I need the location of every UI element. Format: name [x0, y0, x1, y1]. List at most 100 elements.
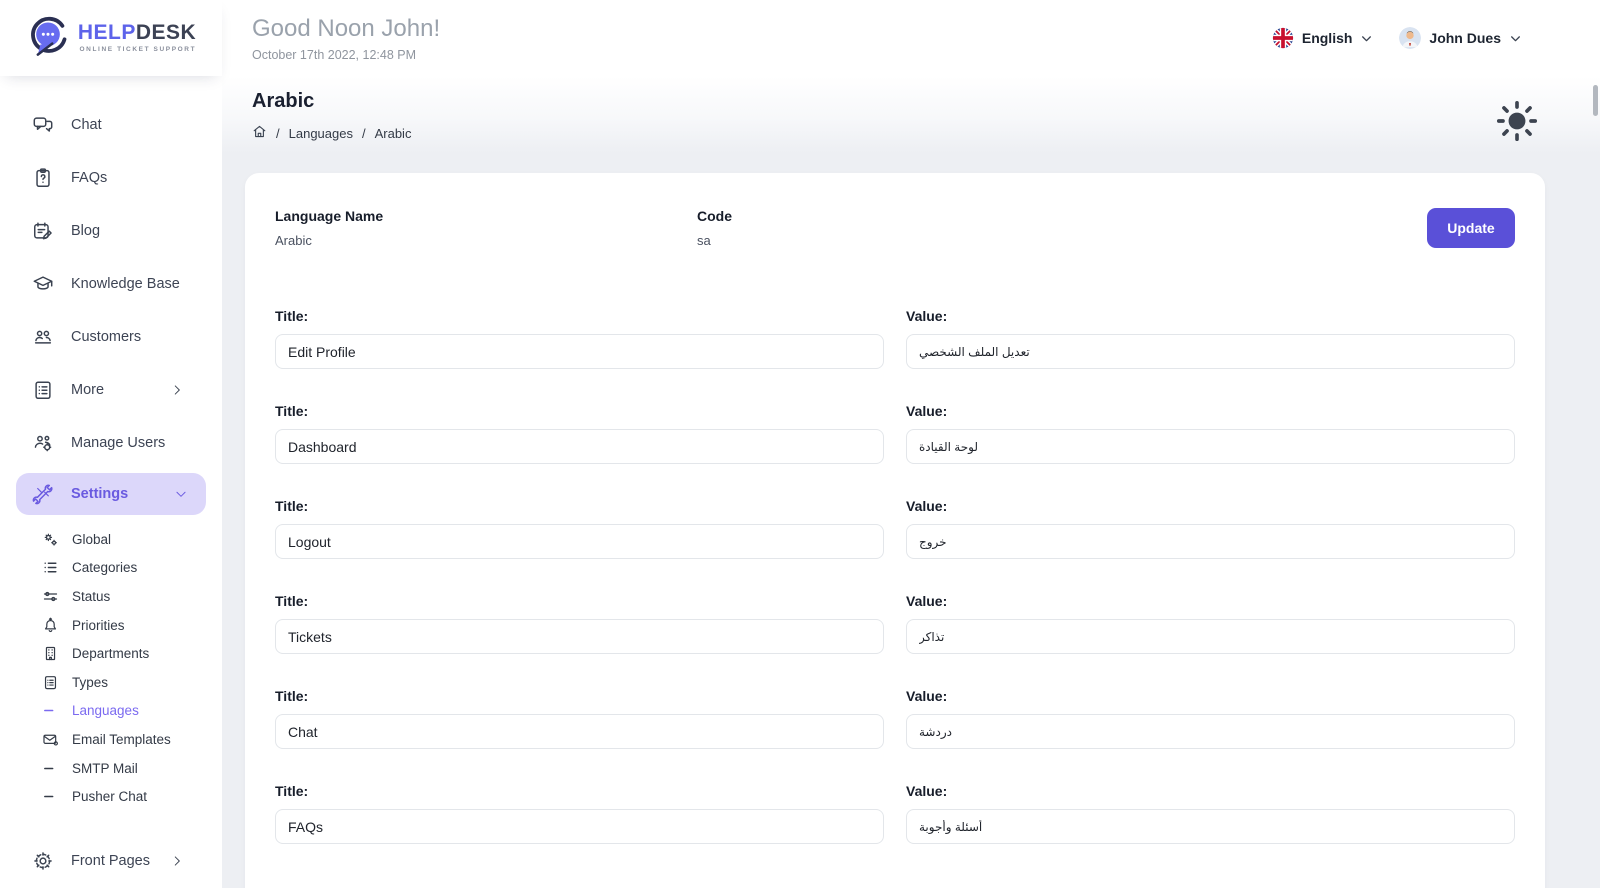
- home-icon[interactable]: [252, 124, 267, 142]
- value-label: Value:: [906, 403, 948, 419]
- app-logo[interactable]: HELPDESK ONLINE TICKET SUPPORT: [0, 0, 222, 76]
- sidebar-subitem-status[interactable]: Status: [0, 582, 222, 611]
- sidebar-subitem-types[interactable]: Types: [0, 668, 222, 697]
- sidebar-item-knowledge-base[interactable]: Knowledge Base: [0, 257, 222, 310]
- title-field: Title:: [275, 593, 884, 654]
- chat-icon: [32, 114, 54, 136]
- sidebar-subitem-global[interactable]: Global: [0, 525, 222, 554]
- chevron-down-icon: [174, 487, 188, 501]
- sidebar-item-customers[interactable]: Customers: [0, 310, 222, 363]
- title-label: Title:: [275, 308, 309, 324]
- title-field: Title:: [275, 308, 884, 369]
- app-window: HELPDESK ONLINE TICKET SUPPORT Chat FAQs: [0, 0, 1600, 888]
- greeting-text: Good Noon John!: [252, 14, 441, 42]
- sidebar-item-label: Manage Users: [71, 434, 166, 451]
- language-name-label: Language Name: [275, 208, 384, 224]
- title-input[interactable]: [275, 334, 884, 369]
- value-label: Value:: [906, 498, 948, 514]
- sidebar-subitem-departments[interactable]: Departments: [0, 639, 222, 668]
- chevron-down-icon: [1511, 35, 1520, 41]
- gears-icon: [42, 531, 59, 548]
- language-selector[interactable]: English: [1272, 27, 1374, 49]
- title-label: Title:: [275, 688, 309, 704]
- sidebar-subitem-label: Departments: [72, 646, 150, 662]
- translation-row: Title: Value:: [275, 403, 1515, 464]
- title-field: Title:: [275, 688, 884, 749]
- uk-flag-icon: [1272, 27, 1294, 49]
- sun-icon[interactable]: [1494, 98, 1540, 149]
- title-input[interactable]: [275, 429, 884, 464]
- language-summary: Language Name Arabic Code sa Update: [275, 208, 1515, 248]
- title-input[interactable]: [275, 714, 884, 749]
- sidebar-subitem-label: Pusher Chat: [72, 789, 148, 805]
- sidebar: HELPDESK ONLINE TICKET SUPPORT Chat FAQs: [0, 0, 222, 888]
- title-field: Title:: [275, 783, 884, 844]
- value-input[interactable]: [906, 714, 1515, 749]
- sidebar-item-label: Chat: [71, 116, 102, 133]
- sidebar-subitem-pusher-chat[interactable]: Pusher Chat: [0, 782, 222, 811]
- datetime-text: October 17th 2022, 12:48 PM: [252, 47, 416, 62]
- main-area: Good Noon John! October 17th 2022, 12:48…: [222, 0, 1600, 888]
- sidebar-item-label: More: [71, 381, 105, 398]
- update-button[interactable]: Update: [1427, 208, 1515, 248]
- value-label: Value:: [906, 308, 948, 324]
- avatar: [1399, 27, 1422, 49]
- translation-row: Title: Value:: [275, 308, 1515, 369]
- value-input[interactable]: [906, 809, 1515, 844]
- value-input[interactable]: [906, 619, 1515, 654]
- sidebar-subitem-label: Languages: [72, 703, 139, 719]
- breadcrumb-item-languages[interactable]: Languages: [289, 126, 353, 141]
- sidebar-subitem-categories[interactable]: Categories: [0, 554, 222, 583]
- title-input[interactable]: [275, 809, 884, 844]
- value-field: Value:: [906, 498, 1515, 559]
- page-title: Arabic: [252, 90, 315, 112]
- scrollbar-thumb[interactable]: [1593, 85, 1598, 116]
- title-input[interactable]: [275, 524, 884, 559]
- sidebar-item-faqs[interactable]: FAQs: [0, 151, 222, 204]
- sidebar-subitem-label: Categories: [72, 560, 138, 576]
- dash-icon: [42, 702, 59, 719]
- sidebar-item-more[interactable]: More: [0, 363, 222, 416]
- value-input[interactable]: [906, 429, 1515, 464]
- envelope-icon: [42, 731, 59, 748]
- sidebar-subitem-smtp-mail[interactable]: SMTP Mail: [0, 754, 222, 783]
- sidebar-subitem-email-templates[interactable]: Email Templates: [0, 725, 222, 754]
- value-input[interactable]: [906, 524, 1515, 559]
- chat-bubble-logo-icon: [26, 14, 70, 63]
- title-label: Title:: [275, 783, 309, 799]
- code-value: sa: [697, 233, 711, 248]
- sidebar-subitem-priorities[interactable]: Priorities: [0, 611, 222, 640]
- value-label: Value:: [906, 593, 948, 609]
- sidebar-item-chat[interactable]: Chat: [0, 98, 222, 151]
- translation-row: Title: Value:: [275, 688, 1515, 749]
- content-area: Language Name Arabic Code sa Update Titl…: [222, 153, 1600, 888]
- value-input[interactable]: [906, 334, 1515, 369]
- sidebar-item-front-pages[interactable]: Front Pages: [0, 835, 222, 888]
- value-field: Value:: [906, 688, 1515, 749]
- sidebar-subitem-languages[interactable]: Languages: [0, 697, 222, 726]
- clipboard-icon: [42, 674, 59, 691]
- value-field: Value:: [906, 308, 1515, 369]
- title-label: Title:: [275, 498, 309, 514]
- breadcrumb-separator: /: [276, 125, 280, 141]
- gear-icon: [32, 850, 54, 872]
- breadcrumb-separator: /: [361, 125, 366, 141]
- title-label: Title:: [275, 403, 309, 419]
- user-menu[interactable]: John Dues: [1399, 27, 1522, 49]
- dash-icon: [42, 788, 59, 805]
- sidebar-item-manage-users[interactable]: Manage Users: [0, 416, 222, 469]
- logo-text: HELPDESK ONLINE TICKET SUPPORT: [77, 21, 197, 54]
- sidebar-item-label: FAQs: [71, 169, 108, 186]
- translation-row: Title: Value:: [275, 498, 1515, 559]
- sidebar-subitem-label: Priorities: [72, 617, 125, 633]
- title-input[interactable]: [275, 619, 884, 654]
- breadcrumb: / Languages / Arabic: [252, 124, 411, 142]
- sidebar-subitem-label: Status: [72, 588, 111, 604]
- value-field: Value:: [906, 783, 1515, 844]
- sidebar-item-blog[interactable]: Blog: [0, 204, 222, 257]
- breadcrumb-item-current: Arabic: [374, 125, 412, 141]
- sidebar-item-settings[interactable]: Settings: [16, 473, 206, 515]
- language-label: English: [1301, 30, 1353, 46]
- building-icon: [42, 645, 59, 662]
- value-label: Value:: [906, 688, 948, 704]
